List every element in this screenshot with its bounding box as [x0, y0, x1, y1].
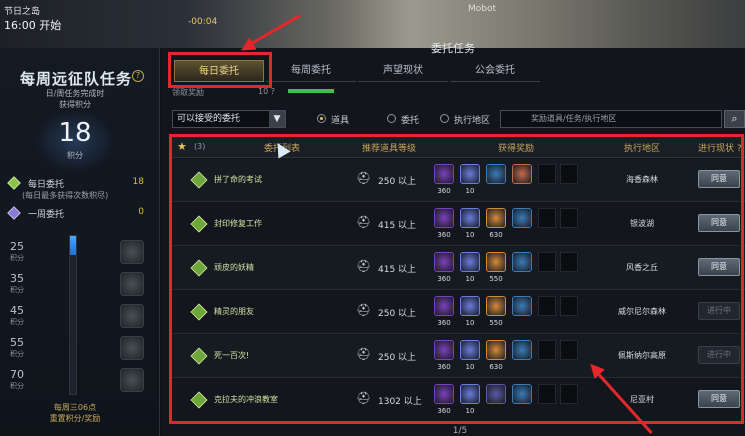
- milestone-points: 45: [10, 304, 24, 317]
- subtitle-line-1: 日/周任务完成时: [45, 89, 105, 98]
- stat-label: 一周委托: [28, 210, 65, 220]
- radio-item[interactable]: [317, 114, 326, 123]
- progress-label: 领取奖励: [172, 88, 204, 97]
- highlight-box-list: [169, 134, 744, 424]
- search-icon[interactable]: ⌕: [724, 110, 745, 128]
- milestone-70: 70 积分: [6, 368, 146, 398]
- radio-item-label: 道具: [331, 116, 350, 126]
- milestone-points: 70: [10, 368, 24, 381]
- weekly-task-icon: [7, 206, 21, 220]
- milestone-unit: 积分: [10, 350, 24, 358]
- scene-event-time: 16:00 开始: [4, 19, 62, 32]
- tab-guild[interactable]: 公会委托: [450, 60, 540, 82]
- stat-daily: 每日委托 18: [7, 176, 148, 191]
- milestone-points: 35: [10, 272, 24, 285]
- milestone-35: 35 积分: [6, 272, 146, 302]
- filter-row: 可以接受的委托 ▼ 道具 委托 执行地区 奖励道具/任务/执行地区 ⌕: [172, 110, 745, 128]
- search-input[interactable]: 奖励道具/任务/执行地区: [500, 110, 722, 128]
- scene-character-name: Mobot: [468, 4, 497, 14]
- tab-reputation[interactable]: 声望现状: [358, 60, 448, 82]
- highlight-box-tab: [168, 52, 272, 88]
- milestone-points: 25: [10, 240, 24, 253]
- radio-region-label: 执行地区: [454, 116, 491, 126]
- radio-quest-label: 委托: [401, 116, 420, 126]
- milestone-unit: 积分: [10, 286, 24, 294]
- radio-region[interactable]: [440, 114, 449, 123]
- milestone-25: 25 积分: [6, 240, 146, 270]
- stat-value: 0: [138, 207, 144, 217]
- radio-quest[interactable]: [387, 114, 396, 123]
- milestone-unit: 积分: [10, 254, 24, 262]
- milestone-45: 45 积分: [6, 304, 146, 334]
- chevron-down-icon[interactable]: ▼: [269, 111, 285, 127]
- reward-slot-icon[interactable]: [120, 304, 144, 328]
- stat-note: (每日最多获得次数积尽): [22, 191, 109, 200]
- progress-bar: [288, 89, 334, 93]
- select-value: 可以接受的委托: [177, 114, 241, 124]
- scene-event-title: 节日之岛: [4, 7, 41, 17]
- weekly-expedition-title: 每周远征队任务: [19, 70, 132, 88]
- points-unit: 积分: [67, 151, 83, 160]
- points-total: 18: [58, 118, 92, 148]
- milestone-unit: 积分: [10, 382, 24, 390]
- reward-slot-icon[interactable]: [120, 240, 144, 264]
- milestone-points: 55: [10, 336, 24, 349]
- scene-timer: -00:04: [188, 17, 218, 27]
- quest-filter-select[interactable]: 可以接受的委托 ▼: [172, 110, 286, 128]
- subtitle-line-2: 获得积分: [59, 100, 91, 109]
- stat-weekly: 一周委托 0: [7, 206, 148, 221]
- reset-note-line-1: 每周三06点: [53, 403, 97, 412]
- tab-weekly[interactable]: 每周委托: [266, 60, 356, 82]
- milestone-55: 55 积分: [6, 336, 146, 366]
- reset-note-line-2: 重置积分/奖励: [49, 414, 101, 423]
- progress-value: 10 ?: [258, 87, 275, 96]
- search-placeholder: 奖励道具/任务/执行地区: [531, 114, 617, 123]
- stat-value: 18: [132, 177, 144, 187]
- weekly-expedition-subtitle: 日/周任务完成时 获得积分: [0, 88, 150, 110]
- reward-slot-icon[interactable]: [120, 336, 144, 360]
- stat-label: 每日委托: [28, 180, 65, 190]
- reward-slot-icon[interactable]: [120, 368, 144, 392]
- pagination[interactable]: 1/5: [400, 426, 520, 436]
- milestone-unit: 积分: [10, 318, 24, 326]
- help-icon[interactable]: ?: [132, 70, 144, 82]
- reset-note: 每周三06点 重置积分/奖励: [0, 402, 150, 424]
- reward-slot-icon[interactable]: [120, 272, 144, 296]
- daily-task-icon: [7, 176, 21, 190]
